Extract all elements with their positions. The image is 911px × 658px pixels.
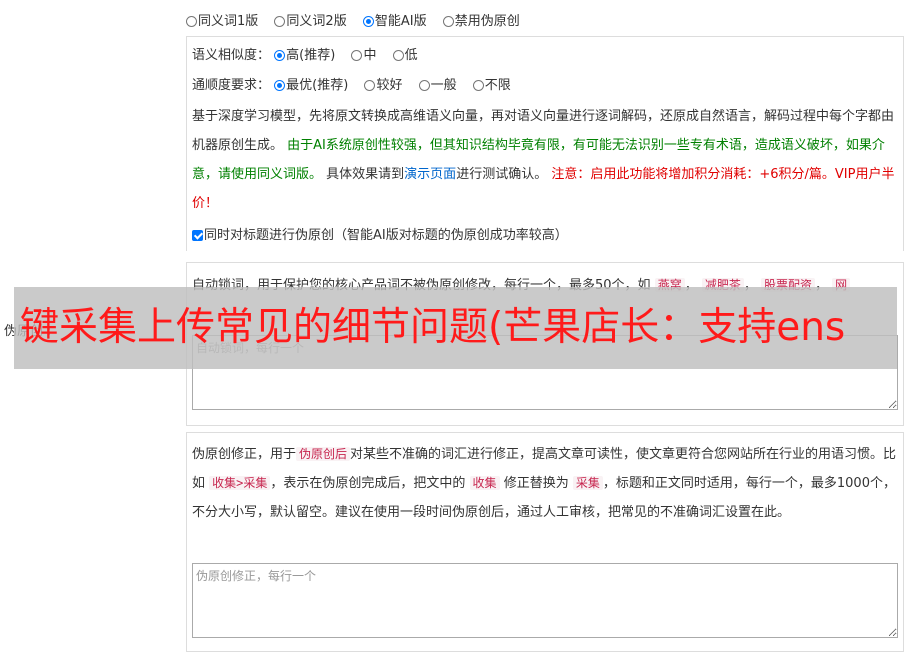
fluency-row: 通顺度要求： 最优(推荐) 较好 一般 不限 bbox=[192, 76, 523, 96]
mode-option-synonym-1[interactable]: 同义词1版 bbox=[186, 10, 258, 29]
code-snippet: 收集 bbox=[469, 476, 500, 490]
radio-icon[interactable] bbox=[186, 16, 197, 27]
correction-desc-text: 修正替换为 bbox=[503, 476, 569, 491]
ai-description: 基于深度学习模型，先将原文转换成高维语义向量，再对语义向量进行逐词解码，还原成自… bbox=[192, 102, 902, 218]
option-label: 中 bbox=[363, 48, 377, 63]
correction-textarea[interactable] bbox=[192, 563, 898, 638]
correction-desc-text: ，表示在伪原创完成后，把文中的 bbox=[270, 476, 466, 491]
option-label: 一般 bbox=[430, 78, 457, 93]
radio-icon[interactable] bbox=[418, 80, 430, 91]
radio-icon[interactable] bbox=[442, 16, 454, 27]
fluency-option-best[interactable]: 最优(推荐) bbox=[274, 76, 348, 96]
radio-icon[interactable] bbox=[472, 80, 484, 91]
option-label: 低 bbox=[404, 48, 418, 63]
demo-page-link[interactable]: 演示页面 bbox=[404, 167, 456, 182]
radio-checked-icon[interactable] bbox=[274, 50, 286, 61]
checkbox-checked-icon[interactable] bbox=[192, 230, 203, 241]
option-label: 高(推荐) bbox=[286, 48, 336, 63]
fluency-option-good[interactable]: 较好 bbox=[364, 76, 402, 96]
code-snippet: 伪原创后 bbox=[296, 447, 351, 461]
watermark-banner: 键采集上传常见的细节问题(芒果店长：支持ens bbox=[14, 287, 897, 369]
ai-desc-text: 进行测试确认。 bbox=[456, 167, 548, 182]
mode-label: 禁用伪原创 bbox=[454, 14, 520, 29]
ai-desc-text: 具体效果请到 bbox=[326, 167, 405, 182]
fluency-label: 通顺度要求： bbox=[192, 78, 271, 93]
radio-icon[interactable] bbox=[351, 50, 363, 61]
similarity-option-medium[interactable]: 中 bbox=[351, 46, 376, 66]
fluency-option-any[interactable]: 不限 bbox=[472, 76, 511, 96]
radio-icon[interactable] bbox=[392, 50, 404, 61]
ai-mode-radio-group: 同义词1版 同义词2版 智能AI版 禁用伪原创 bbox=[186, 10, 532, 29]
ai-settings-panel: 语义相似度： 高(推荐) 中 低 通顺度要求： 最优(推荐) 较好 一般 不限 … bbox=[186, 36, 904, 251]
mode-label: 同义词2版 bbox=[286, 14, 347, 29]
similarity-option-high[interactable]: 高(推荐) bbox=[274, 46, 335, 66]
title-rewrite-option[interactable]: 同时对标题进行伪原创（智能AI版对标题的伪原创成功率较高） bbox=[192, 226, 568, 246]
correction-description: 伪原创修正，用于 伪原创后 对某些不准确的词汇进行修正，提高文章可读性，使文章更符合… bbox=[192, 440, 902, 527]
code-snippet: 采集 bbox=[572, 476, 603, 490]
correction-panel: 伪原创修正，用于 伪原创后 对某些不准确的词汇进行修正，提高文章可读性，使文章更符合… bbox=[186, 432, 904, 652]
similarity-option-low[interactable]: 低 bbox=[392, 46, 418, 66]
option-label: 不限 bbox=[484, 78, 511, 93]
option-label: 较好 bbox=[376, 78, 403, 93]
radio-icon[interactable] bbox=[364, 80, 376, 91]
similarity-row: 语义相似度： 高(推荐) 中 低 bbox=[192, 46, 430, 66]
mode-option-smart-ai[interactable]: 智能AI版 bbox=[362, 10, 427, 29]
code-snippet: 收集>采集 bbox=[209, 476, 271, 490]
option-label: 最优(推荐) bbox=[286, 78, 349, 93]
mode-option-synonym-2[interactable]: 同义词2版 bbox=[274, 10, 347, 29]
fluency-option-normal[interactable]: 一般 bbox=[418, 76, 457, 96]
correction-desc-text: 伪原创修正，用于 bbox=[192, 447, 297, 462]
watermark-text: 键采集上传常见的细节问题(芒果店长：支持ens bbox=[20, 305, 846, 350]
mode-label: 智能AI版 bbox=[374, 14, 427, 29]
radio-checked-icon[interactable] bbox=[362, 16, 374, 27]
similarity-label: 语义相似度： bbox=[192, 48, 271, 63]
title-rewrite-label: 同时对标题进行伪原创（智能AI版对标题的伪原创成功率较高） bbox=[204, 228, 568, 243]
mode-option-disable[interactable]: 禁用伪原创 bbox=[442, 10, 520, 29]
mode-label: 同义词1版 bbox=[198, 14, 259, 29]
radio-checked-icon[interactable] bbox=[274, 80, 286, 91]
radio-icon[interactable] bbox=[274, 16, 286, 27]
